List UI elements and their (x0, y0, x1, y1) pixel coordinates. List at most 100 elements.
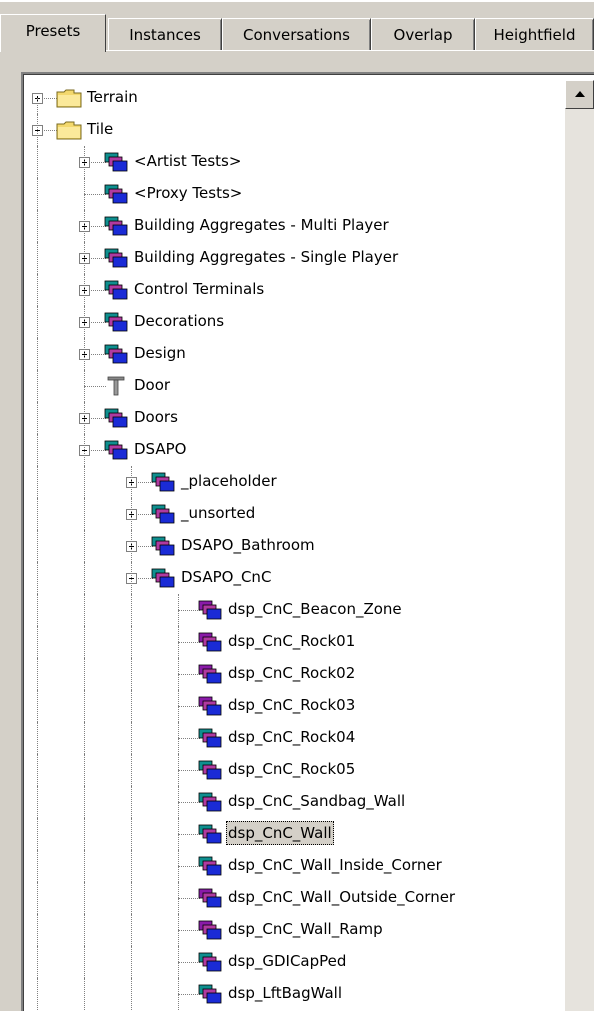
vertical-scrollbar[interactable] (565, 80, 594, 1011)
tree-item[interactable]: dsp_LftBagWall (23, 978, 563, 1010)
tree-item-label: dsp_CnC_Wall (226, 821, 334, 845)
scroll-up-button[interactable] (565, 80, 594, 109)
preset-group-icon (103, 439, 129, 461)
tree-item-label: dsp_CnC_Rock03 (228, 696, 356, 714)
tree-item[interactable]: DSAPO (23, 434, 563, 466)
tree-guide-line (84, 434, 85, 466)
tree-item[interactable]: dsp_CnC_Wall_Inside_Corner (23, 850, 563, 882)
tree-item[interactable]: dsp_CnC_Rock04 (23, 722, 563, 754)
tree-item-label: dsp_CnC_Beacon_Zone (228, 600, 402, 618)
preset-group-icon (103, 151, 129, 173)
tree-item-label: Tile (87, 120, 114, 138)
tree-guide-line (37, 690, 38, 722)
tab-conversations[interactable]: Conversations (222, 18, 371, 51)
tab-strip-edge (0, 0, 594, 2)
tree-guide-line (37, 594, 38, 626)
tree-item-label: dsp_CnC_Wall_Ramp (228, 920, 383, 938)
tree-guide-line (84, 210, 85, 242)
tree-item[interactable]: DSAPO_CnC (23, 562, 563, 594)
tree-item[interactable]: dsp_CnC_Rock01 (23, 626, 563, 658)
tree-guide-line (84, 946, 85, 978)
tree-item-label: DSAPO (134, 440, 187, 458)
tree-guide-line (37, 658, 38, 690)
tree-item[interactable]: _placeholder (23, 466, 563, 498)
tree-item-label: Control Terminals (134, 280, 265, 298)
tree-guide-line (37, 498, 38, 530)
tree-guide-line (131, 466, 132, 498)
preset-group-icon (197, 791, 223, 813)
tree-guide-line (131, 626, 132, 658)
tree-guide-line (84, 370, 85, 402)
tree-item-label: Door (134, 376, 171, 394)
tree-item[interactable]: <Artist Tests> (23, 146, 563, 178)
tree-item-label: Decorations (134, 312, 225, 330)
tree-item-label: dsp_CnC_Rock04 (228, 728, 356, 746)
tree-guide-line (37, 402, 38, 434)
tree-guide-line (37, 562, 38, 594)
tab-overlap[interactable]: Overlap (371, 18, 475, 51)
preset-group-icon (150, 471, 176, 493)
tree-guide-line (178, 850, 179, 882)
tree-item[interactable]: Building Aggregates - Single Player (23, 242, 563, 274)
tree-item[interactable]: Terrain (23, 82, 563, 114)
tree-item[interactable]: _unsorted (23, 498, 563, 530)
tree-guide-line (84, 882, 85, 914)
tree-item[interactable]: DSAPO_Bathroom (23, 530, 563, 562)
tree-item[interactable]: Tile (23, 114, 563, 146)
tree-item[interactable]: dsp_CnC_Rock05 (23, 754, 563, 786)
tree-guide-line (178, 754, 179, 786)
tree-item-label: _placeholder (181, 472, 277, 490)
tree-item-label: DSAPO_Bathroom (181, 536, 315, 554)
tree-item[interactable]: dsp_CnC_Rock03 (23, 690, 563, 722)
tree-guide-line (131, 946, 132, 978)
preset-group-icon (103, 247, 129, 269)
tree-guide-line (178, 978, 179, 1010)
tree-item[interactable]: Control Terminals (23, 274, 563, 306)
tree-item-label: Doors (134, 408, 178, 426)
tree-item[interactable]: dsp_CnC_Rock02 (23, 658, 563, 690)
tree-item[interactable]: Doors (23, 402, 563, 434)
tree-item-label: dsp_CnC_Rock05 (228, 760, 356, 778)
tree-guide-line (37, 946, 38, 978)
tree-item[interactable]: Design (23, 338, 563, 370)
tree-guide-line (84, 594, 85, 626)
tab-presets[interactable]: Presets (0, 14, 106, 52)
preset-group-icon (103, 279, 129, 301)
preset-tree[interactable]: Terrain Tile <Artist Tests> <Proxy Tests> Bu… (21, 72, 594, 1011)
tab-label: Instances (129, 26, 201, 44)
tree-item[interactable]: <Proxy Tests> (23, 178, 563, 210)
tree-item[interactable]: Decorations (23, 306, 563, 338)
tree-guide-line (178, 882, 179, 914)
tree-guide-line (131, 914, 132, 946)
tree-item[interactable]: Building Aggregates - Multi Player (23, 210, 563, 242)
tree-item[interactable]: dsp_CnC_Sandbag_Wall (23, 786, 563, 818)
tree-guide-line (84, 850, 85, 882)
preset-group-icon (197, 855, 223, 877)
tree-guide-line (84, 562, 85, 594)
tree-item[interactable]: dsp_CnC_Beacon_Zone (23, 594, 563, 626)
tree-item[interactable]: dsp_GDICapPed (23, 946, 563, 978)
tree-guide-line (131, 850, 132, 882)
tab-instances[interactable]: Instances (108, 18, 222, 51)
tree-item[interactable]: dsp_CnC_Wall_Ramp (23, 914, 563, 946)
tab-label: Presets (25, 22, 81, 40)
tree-guide-line (37, 178, 38, 210)
tree-guide-line (37, 114, 38, 146)
tree-guide-line (178, 914, 179, 946)
preset-group-icon (197, 727, 223, 749)
tree-guide-line (37, 626, 38, 658)
preset-group-icon (197, 983, 223, 1005)
tree-item-label: Building Aggregates - Single Player (134, 248, 399, 266)
tree-item[interactable]: dsp_CnC_Wall (23, 818, 563, 850)
tree-item-label: dsp_CnC_Wall_Inside_Corner (228, 856, 442, 874)
tree-guide-line (37, 754, 38, 786)
preset-purple-icon (197, 695, 223, 717)
tree-guide-line (84, 626, 85, 658)
tree-item-label: Building Aggregates - Multi Player (134, 216, 389, 234)
preset-group-icon (150, 503, 176, 525)
tree-item-label: _unsorted (181, 504, 256, 522)
tab-heightfield[interactable]: Heightfield (475, 18, 594, 51)
tree-item[interactable]: Door (23, 370, 563, 402)
tree-guide-line (84, 658, 85, 690)
tree-item[interactable]: dsp_CnC_Wall_Outside_Corner (23, 882, 563, 914)
